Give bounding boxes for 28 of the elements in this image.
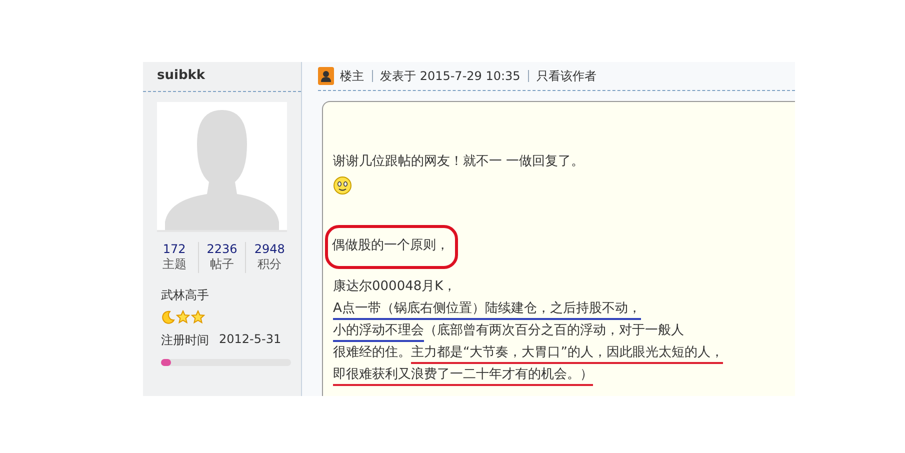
moon-icon bbox=[161, 310, 175, 324]
post-text: 很难经的住。 bbox=[333, 345, 411, 360]
stat-label: 帖子 bbox=[210, 256, 234, 273]
star-icon bbox=[191, 310, 205, 324]
user-icon bbox=[318, 67, 334, 85]
avatar[interactable] bbox=[157, 102, 287, 232]
author-name[interactable]: suibkk bbox=[143, 62, 301, 92]
author-only-link[interactable]: 只看该作者 bbox=[528, 70, 596, 82]
post-text: 小的浮动不理会 bbox=[333, 323, 424, 342]
post-time: 发表于 2015-7-29 10:35 bbox=[372, 70, 520, 82]
post-text: 康达尔000048月K， bbox=[333, 279, 456, 294]
stat-value[interactable]: 2236 bbox=[206, 242, 238, 256]
rank-title: 武林高手 bbox=[161, 287, 210, 304]
post-text: A点一带（锅底右侧位置）陆续建仓，之后持股不动， bbox=[333, 301, 641, 320]
post-text: 偶做股的一个原则， bbox=[332, 238, 449, 253]
stat-value[interactable]: 172 bbox=[162, 242, 186, 256]
post-text: 谢谢几位跟帖的网友！就不一 一做回复了。 bbox=[333, 154, 584, 169]
post-text: 即很难获利又浪费了一二十年才有的机会。） bbox=[333, 367, 593, 386]
star-icon bbox=[176, 310, 190, 324]
register-label: 注册时间 bbox=[161, 332, 209, 349]
smiley-icon bbox=[333, 176, 352, 195]
floor-label: 楼主 bbox=[340, 68, 364, 84]
stat-value[interactable]: 2948 bbox=[254, 242, 285, 256]
post-text: 主力都是“大节奏，大胃口”的人，因此眼光太短的人， bbox=[411, 345, 724, 364]
post-text: （底部曾有两次百分之百的浮动，对于一般人 bbox=[424, 323, 684, 338]
stat-label: 主题 bbox=[162, 256, 186, 273]
stat-label: 积分 bbox=[258, 256, 282, 273]
register-date: 2012-5-31 bbox=[219, 332, 282, 348]
